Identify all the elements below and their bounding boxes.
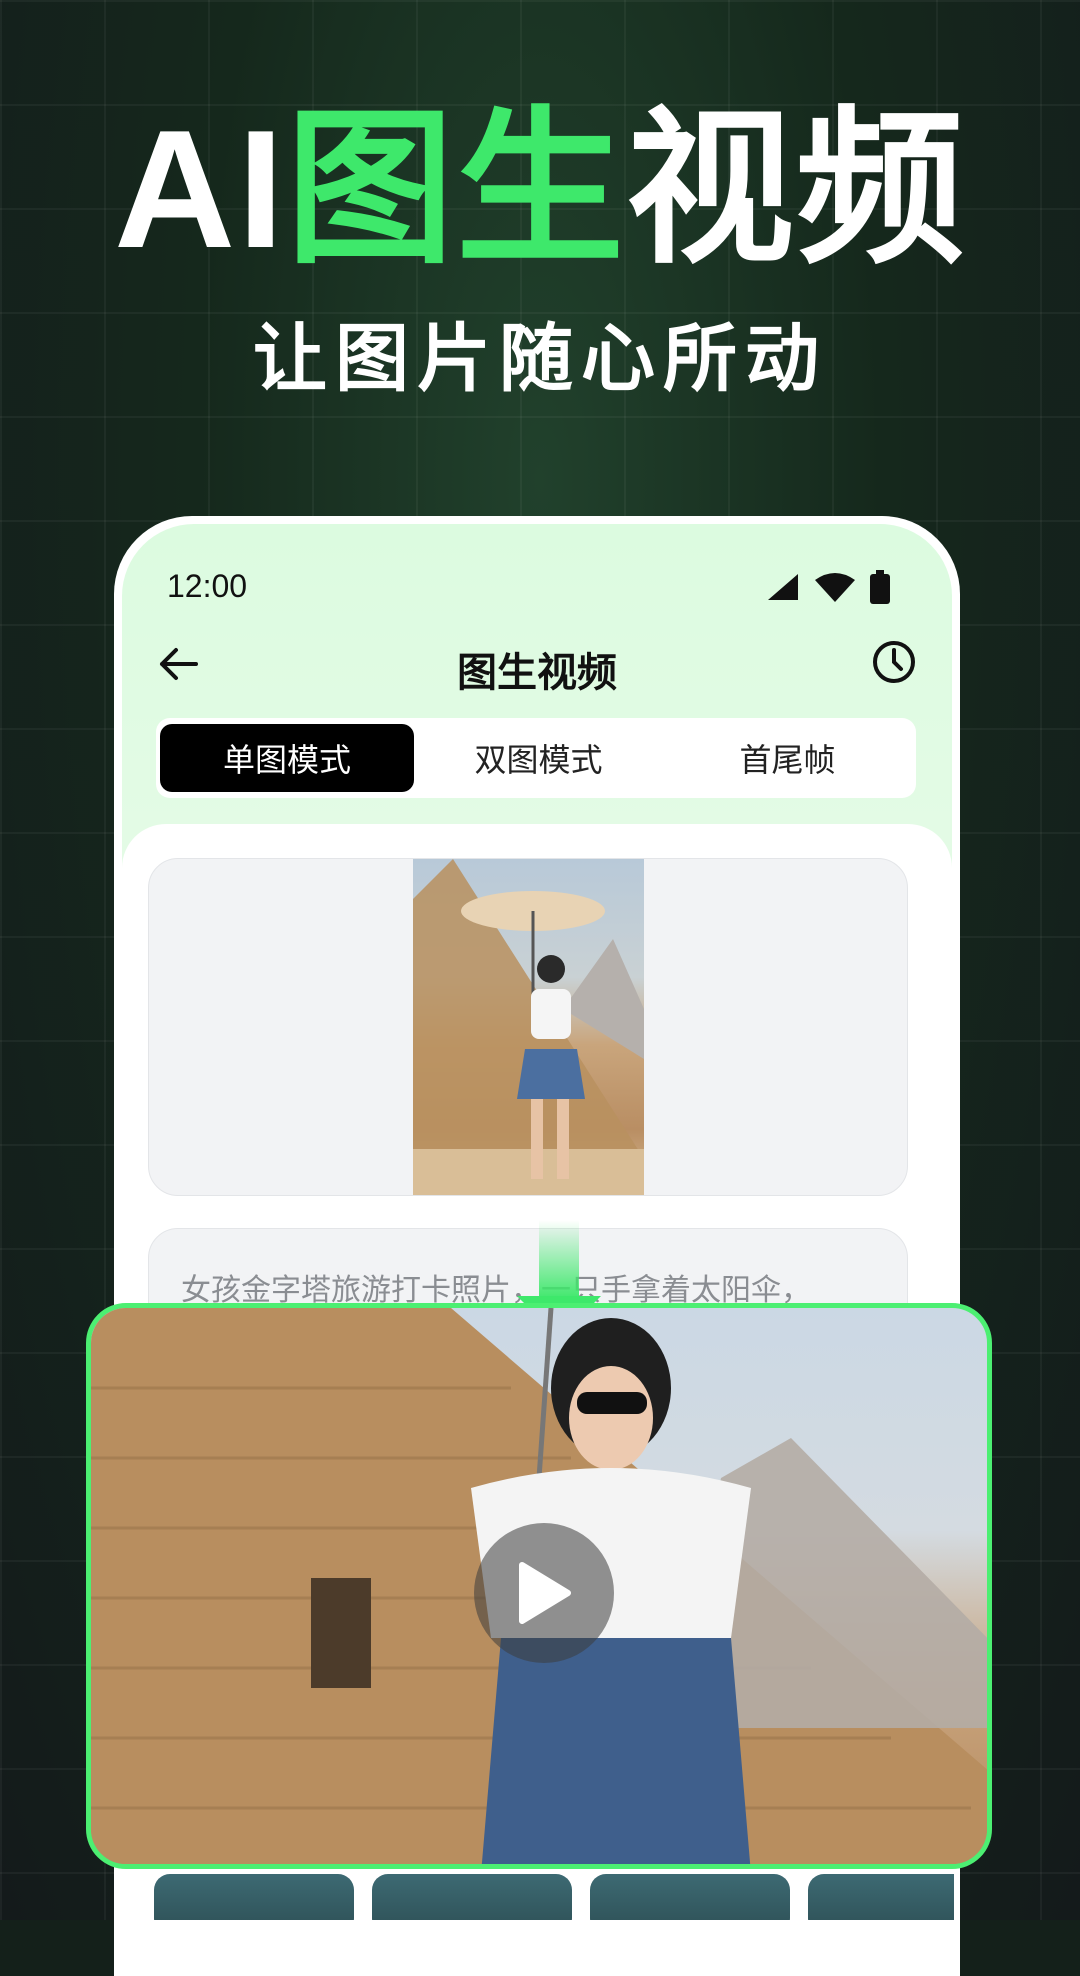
source-image-illustration	[413, 859, 644, 1195]
app-bar: 图生视频	[122, 624, 952, 704]
battery-icon	[870, 570, 890, 604]
status-icons	[766, 570, 890, 604]
thumbnail-item[interactable]	[590, 1874, 790, 1920]
result-video[interactable]	[86, 1303, 992, 1869]
signal-icon	[768, 574, 798, 600]
thumbnail-strip	[154, 1874, 954, 1920]
thumbnail-item[interactable]	[372, 1874, 572, 1920]
page-title: 图生视频	[457, 650, 617, 696]
status-bar: 12:00	[122, 558, 952, 614]
source-image	[413, 859, 644, 1195]
wifi-icon	[815, 573, 855, 602]
history-clock-icon[interactable]	[870, 638, 918, 686]
hero-title: AI图生视频	[0, 105, 1080, 273]
hero-title-prefix: AI	[114, 95, 286, 283]
tab-dual-image[interactable]: 双图模式	[414, 724, 663, 792]
tab-single-image[interactable]: 单图模式	[160, 724, 414, 792]
hero-title-highlight: 图生	[286, 91, 626, 287]
thumbnail-item[interactable]	[808, 1874, 954, 1920]
play-icon	[519, 1562, 571, 1624]
play-button[interactable]	[474, 1523, 614, 1663]
thumbnail-item[interactable]	[154, 1874, 354, 1920]
image-upload-box[interactable]	[148, 858, 908, 1196]
hero-subtitle: 让图片随心所动	[253, 316, 827, 402]
status-time: 12:00	[167, 568, 248, 604]
hero-title-suffix: 视频	[626, 91, 966, 287]
tab-first-last-frame[interactable]: 首尾帧	[663, 724, 912, 792]
mode-tabs: 单图模式 双图模式 首尾帧	[156, 718, 916, 798]
